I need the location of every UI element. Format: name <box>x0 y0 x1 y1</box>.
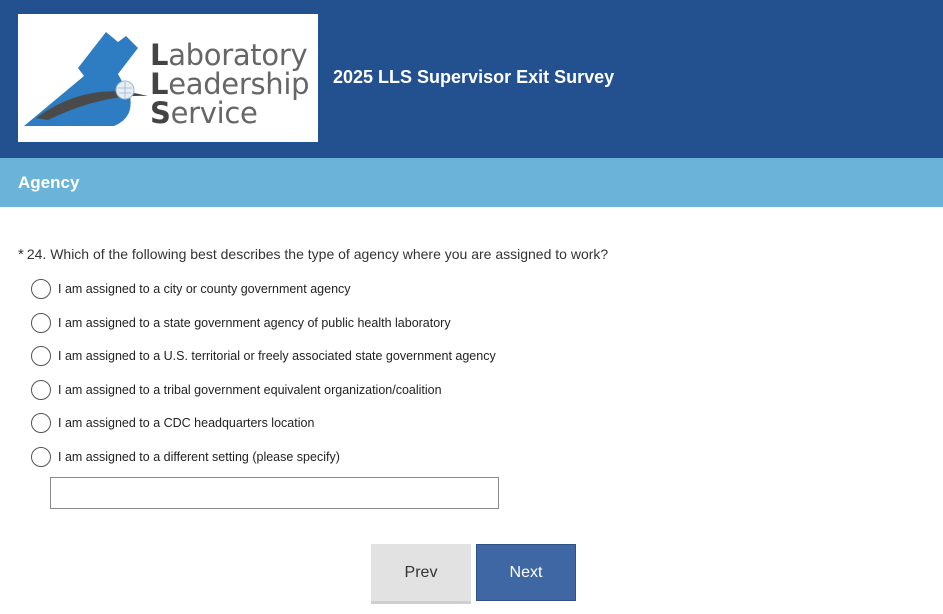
option-territorial[interactable]: I am assigned to a U.S. territorial or f… <box>31 345 496 366</box>
radio-button[interactable] <box>31 312 51 333</box>
option-label: I am assigned to a CDC headquarters loca… <box>58 415 315 430</box>
lls-logo: Laboratory Leadership Service <box>18 14 318 142</box>
option-other-setting[interactable]: I am assigned to a different setting (pl… <box>31 446 340 467</box>
other-specify-input[interactable] <box>50 477 499 509</box>
radio-button[interactable] <box>31 345 51 366</box>
logo-wordmark: Laboratory Leadership Service <box>150 38 310 130</box>
survey-title: 2025 LLS Supervisor Exit Survey <box>333 67 615 87</box>
radio-button[interactable] <box>31 412 51 433</box>
radio-button[interactable] <box>31 379 51 400</box>
question-label: 24. Which of the following best describe… <box>26 246 609 262</box>
option-label: I am assigned to a state government agen… <box>58 315 451 330</box>
option-label: I am assigned to a different setting (pl… <box>58 449 340 464</box>
next-button[interactable]: Next <box>476 544 576 601</box>
option-label: I am assigned to a tribal government equ… <box>58 382 442 397</box>
option-tribal[interactable]: I am assigned to a tribal government equ… <box>31 379 442 400</box>
survey-header: Laboratory Leadership Service 2025 LLS S… <box>0 0 943 158</box>
option-city-county[interactable]: I am assigned to a city or county govern… <box>31 278 351 299</box>
option-state[interactable]: I am assigned to a state government agen… <box>31 312 451 333</box>
section-header: Agency <box>0 158 943 207</box>
prev-button[interactable]: Prev <box>371 544 471 604</box>
option-cdc-headquarters[interactable]: I am assigned to a CDC headquarters loca… <box>31 412 314 433</box>
option-label: I am assigned to a city or county govern… <box>58 281 351 296</box>
option-label: I am assigned to a U.S. territorial or f… <box>58 348 496 363</box>
question-text: * 24. Which of the following best describ… <box>18 246 608 263</box>
radio-button[interactable] <box>31 446 51 467</box>
section-title: Agency <box>18 173 80 192</box>
required-marker: * <box>18 246 24 263</box>
radio-button[interactable] <box>31 278 51 299</box>
